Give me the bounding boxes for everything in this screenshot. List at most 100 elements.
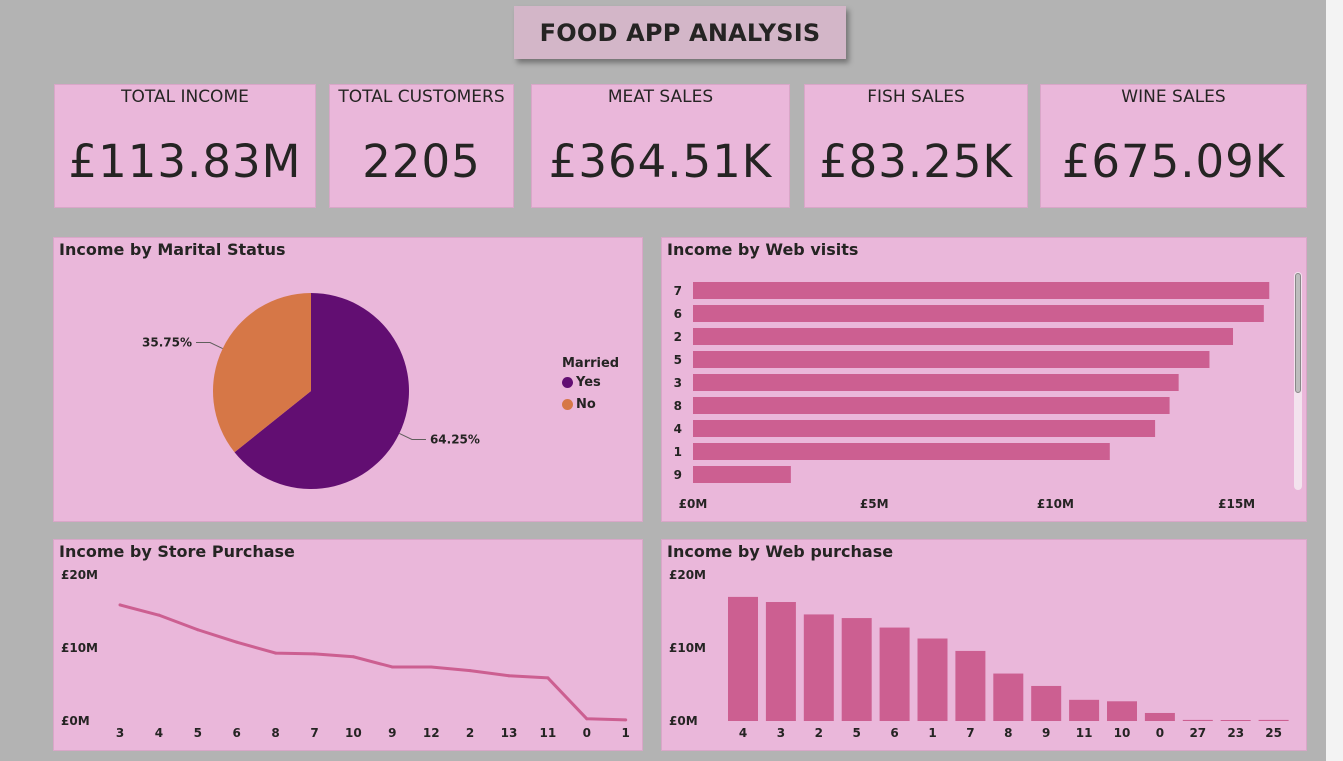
bar[interactable] xyxy=(1258,719,1289,721)
kpi-card-meat-sales[interactable]: MEAT SALES £364.51K xyxy=(531,84,790,208)
legend-item-no[interactable]: No xyxy=(562,397,619,412)
kpi-card-wine-sales[interactable]: WINE SALES £675.09K xyxy=(1040,84,1307,208)
data-point[interactable] xyxy=(585,717,589,721)
kpi-card-total-income[interactable]: TOTAL INCOME £113.83M xyxy=(54,84,316,208)
data-point[interactable] xyxy=(313,652,316,656)
bar[interactable] xyxy=(993,673,1024,721)
data-point[interactable] xyxy=(118,603,122,607)
bar[interactable] xyxy=(917,638,948,721)
bar[interactable] xyxy=(1144,712,1175,721)
bar[interactable] xyxy=(693,351,1210,368)
chart-scrollbar[interactable] xyxy=(1294,272,1302,490)
bar[interactable] xyxy=(693,397,1170,414)
y-tick-label: £0M xyxy=(669,714,698,728)
bar[interactable] xyxy=(693,466,791,483)
bar[interactable] xyxy=(955,650,986,721)
x-tick-label: 11 xyxy=(1076,726,1093,740)
x-tick-label: £15M xyxy=(1218,497,1255,511)
kpi-card-total-customers[interactable]: TOTAL CUSTOMERS 2205 xyxy=(329,84,514,208)
pie-data-label: 35.75% xyxy=(142,336,192,350)
bar[interactable] xyxy=(1182,719,1213,721)
y-tick-label: 7 xyxy=(674,284,682,298)
pie-chart[interactable]: 64.25% 35.75% xyxy=(54,238,644,523)
y-tick-label: 5 xyxy=(674,353,682,367)
data-point[interactable] xyxy=(546,676,550,680)
x-tick-label: 25 xyxy=(1265,726,1282,740)
bar[interactable] xyxy=(841,618,872,721)
panel-income-by-marital-status[interactable]: Income by Marital Status 64.25% 35.75% Ma… xyxy=(53,237,643,522)
y-tick-label: 3 xyxy=(674,376,682,390)
bar[interactable] xyxy=(1220,720,1251,721)
bar[interactable] xyxy=(1107,701,1137,721)
bar[interactable] xyxy=(693,305,1264,322)
data-point[interactable] xyxy=(157,613,161,617)
bar[interactable] xyxy=(765,602,796,721)
data-point[interactable] xyxy=(351,655,355,659)
panel-income-by-web-visits[interactable]: Income by Web visits 7 6 2 5 3 8 4 1 9 £0M £5M £10M… xyxy=(661,237,1307,522)
store-purchase-line-chart[interactable]: £0M £10M £20M 3 4 5 6 8 7 10 9 12 2 13 11 0 1 xyxy=(54,540,644,752)
legend-item-yes[interactable]: Yes xyxy=(562,375,619,390)
kpi-card-fish-sales[interactable]: FISH SALES £83.25K xyxy=(804,84,1028,208)
x-tick-label: 5 xyxy=(853,726,861,740)
bar[interactable] xyxy=(879,627,910,721)
legend-label: No xyxy=(576,397,596,412)
y-tick-label: 9 xyxy=(674,468,682,482)
x-tick-label: 6 xyxy=(890,726,898,740)
web-visits-bar-chart[interactable]: 7 6 2 5 3 8 4 1 9 £0M £5M £10M £15M xyxy=(662,238,1308,523)
dashboard-title: FOOD APP ANALYSIS xyxy=(514,6,846,59)
kpi-value: £83.25K xyxy=(819,135,1013,188)
bar[interactable] xyxy=(693,282,1270,299)
kpi-value: £113.83M xyxy=(68,135,302,188)
data-point[interactable] xyxy=(235,640,239,644)
data-point[interactable] xyxy=(429,665,433,669)
x-tick-label: 4 xyxy=(739,726,747,740)
y-tick-label: 2 xyxy=(674,330,682,344)
data-point[interactable] xyxy=(196,628,200,632)
pie-data-label: 64.25% xyxy=(430,432,480,446)
data-point[interactable] xyxy=(468,669,472,673)
x-tick-label: 2 xyxy=(815,726,823,740)
x-tick-label: 9 xyxy=(1042,726,1050,740)
web-purchase-bar-chart[interactable]: £0M£10M£20M4 3 2 5 6 1 7 8 9 11 10 0 27 23 25 xyxy=(662,540,1308,752)
panel-income-by-web-purchase[interactable]: Income by Web purchase £0M £10M £20M 4 3 2 5 6 1… xyxy=(661,539,1307,751)
legend-label: Yes xyxy=(576,375,601,390)
x-tick-label: 8 xyxy=(271,726,279,740)
bar[interactable] xyxy=(693,420,1156,437)
bar[interactable] xyxy=(693,374,1179,391)
x-tick-label: £0M xyxy=(679,497,708,511)
x-tick-label: 3 xyxy=(777,726,785,740)
legend-dot-no xyxy=(562,399,573,410)
bar[interactable] xyxy=(803,614,834,721)
y-tick-label: 1 xyxy=(674,445,682,459)
kpi-value: 2205 xyxy=(362,135,481,188)
x-tick-label: 13 xyxy=(501,726,518,740)
bar[interactable] xyxy=(728,596,758,721)
x-tick-label: £5M xyxy=(860,497,889,511)
x-tick-label: 6 xyxy=(233,726,241,740)
data-point[interactable] xyxy=(390,665,394,669)
pie-label-leader xyxy=(399,432,426,440)
y-tick-label: 6 xyxy=(674,307,682,321)
bar[interactable] xyxy=(1031,685,1062,721)
kpi-label: WINE SALES xyxy=(1121,87,1226,107)
y-tick-label: £10M xyxy=(61,641,98,655)
data-point[interactable] xyxy=(507,674,511,678)
series-line xyxy=(119,603,626,722)
y-tick-label: £20M xyxy=(61,568,98,582)
data-point[interactable] xyxy=(624,718,628,722)
y-tick-label: £20M xyxy=(669,568,706,582)
y-tick-label: £0M xyxy=(61,714,90,728)
kpi-value: £675.09K xyxy=(1061,135,1286,188)
bar[interactable] xyxy=(1069,699,1100,721)
x-tick-label: 1 xyxy=(622,726,630,740)
y-tick-label: £10M xyxy=(669,641,706,655)
kpi-label: MEAT SALES xyxy=(607,87,714,107)
data-point[interactable] xyxy=(274,651,278,655)
scrollbar-thumb[interactable] xyxy=(1295,273,1301,393)
panel-income-by-store-purchase[interactable]: Income by Store Purchase £0M £10M £20M 3 4 5 6… xyxy=(53,539,643,751)
x-tick-label: 7 xyxy=(966,726,974,740)
bar[interactable] xyxy=(693,443,1110,460)
x-tick-label: 1 xyxy=(928,726,936,740)
bar[interactable] xyxy=(693,328,1234,345)
x-tick-label: 12 xyxy=(423,726,440,740)
